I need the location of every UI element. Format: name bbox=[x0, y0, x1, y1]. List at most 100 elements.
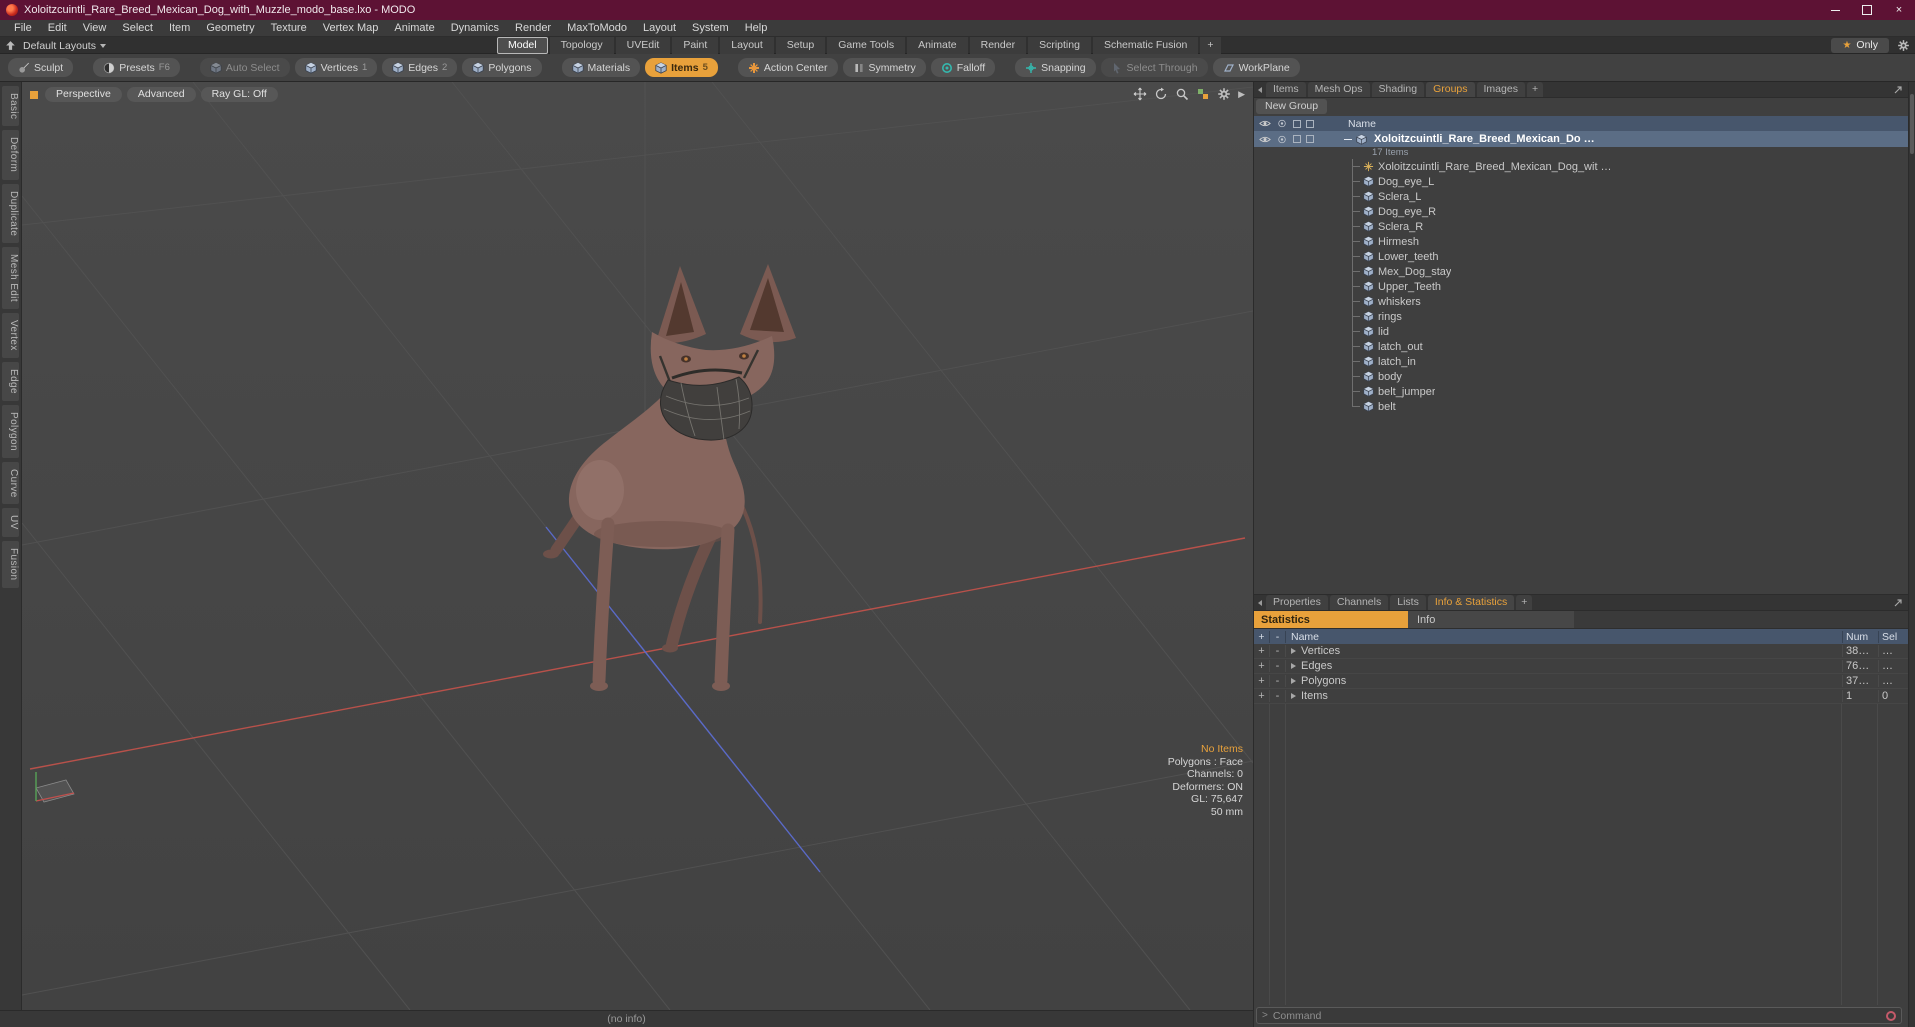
panel-tab-mesh-ops[interactable]: Mesh Ops bbox=[1307, 82, 1370, 97]
expand-plus-button[interactable]: + bbox=[1254, 660, 1270, 672]
viewport[interactable]: Perspective Advanced Ray GL: Off ▶ No It… bbox=[22, 82, 1253, 1010]
vertices-button[interactable]: Vertices 1 bbox=[294, 58, 378, 77]
expander-arrow-icon[interactable] bbox=[1291, 678, 1296, 684]
zoom-icon[interactable] bbox=[1175, 87, 1189, 101]
materials-button[interactable]: Materials bbox=[561, 58, 641, 77]
collapse-minus-button[interactable]: - bbox=[1270, 675, 1286, 687]
tab-uvedit[interactable]: UVEdit bbox=[615, 37, 671, 54]
raygl-button[interactable]: Ray GL: Off bbox=[200, 87, 278, 102]
items-button[interactable]: Items 5 bbox=[645, 58, 718, 77]
tab-animate[interactable]: Animate bbox=[907, 37, 968, 54]
tab-setup[interactable]: Setup bbox=[775, 37, 826, 54]
presets-button[interactable]: Presets F6 bbox=[93, 58, 180, 77]
polygons-button[interactable]: Polygons bbox=[462, 58, 542, 77]
sidebar-tab-fusion[interactable]: Fusion bbox=[2, 541, 19, 588]
render-toggle-icon[interactable] bbox=[1276, 119, 1288, 128]
expander-arrow-icon[interactable] bbox=[1291, 648, 1296, 654]
expander-arrow-icon[interactable] bbox=[1291, 693, 1296, 699]
tree-item-row[interactable]: latch_in bbox=[1254, 354, 1908, 369]
chevron-left-icon[interactable] bbox=[1258, 599, 1262, 606]
expand-plus-button[interactable]: + bbox=[1254, 690, 1270, 702]
only-button[interactable]: ★ Only bbox=[1831, 38, 1889, 53]
stats-row-items[interactable]: + - Items 1 0 bbox=[1254, 689, 1908, 704]
panel-tab-channels[interactable]: Channels bbox=[1329, 595, 1389, 610]
tab-game-tools[interactable]: Game Tools bbox=[827, 37, 906, 54]
tab-model[interactable]: Model bbox=[497, 37, 548, 54]
menu-item-edit[interactable]: Edit bbox=[40, 22, 75, 34]
right-scrollbar[interactable] bbox=[1908, 82, 1915, 1027]
menu-item-texture[interactable]: Texture bbox=[263, 22, 315, 34]
add-panel-tab-button[interactable]: + bbox=[1516, 595, 1533, 610]
panel-expand-icon[interactable] bbox=[1892, 597, 1904, 609]
menu-item-file[interactable]: File bbox=[6, 22, 40, 34]
auto-select-button[interactable]: Auto Select bbox=[199, 58, 290, 77]
edges-button[interactable]: Edges 2 bbox=[382, 58, 458, 77]
tree-item-row[interactable]: Dog_eye_R bbox=[1254, 204, 1908, 219]
viewport-gear-icon[interactable] bbox=[1217, 87, 1231, 101]
menu-item-animate[interactable]: Animate bbox=[386, 22, 442, 34]
sculpt-button[interactable]: Sculpt bbox=[8, 58, 74, 77]
tree-item-row[interactable]: Upper_Teeth bbox=[1254, 279, 1908, 294]
add-panel-tab-button[interactable]: + bbox=[1526, 82, 1544, 97]
tree-item-row[interactable]: Xoloitzcuintli_Rare_Breed_Mexican_Dog_wi… bbox=[1254, 159, 1908, 174]
pan-icon[interactable] bbox=[1133, 87, 1147, 101]
command-input[interactable] bbox=[1272, 1009, 1886, 1022]
eye-icon[interactable] bbox=[1259, 119, 1271, 128]
close-button[interactable]: × bbox=[1883, 0, 1915, 20]
sidebar-tab-edge[interactable]: Edge bbox=[2, 361, 19, 401]
dog-model[interactable] bbox=[543, 264, 796, 691]
view-options-icon[interactable] bbox=[1196, 87, 1210, 101]
tree-item-row[interactable]: Mex_Dog_stay bbox=[1254, 264, 1908, 279]
panel-tab-lists[interactable]: Lists bbox=[1390, 595, 1426, 610]
panel-tab-info-statistics[interactable]: Info & Statistics bbox=[1427, 595, 1515, 610]
collapse-icon[interactable] bbox=[1344, 138, 1352, 140]
menu-item-view[interactable]: View bbox=[75, 22, 115, 34]
tab-scripting[interactable]: Scripting bbox=[1028, 37, 1091, 54]
tree-item-row[interactable]: Sclera_R bbox=[1254, 219, 1908, 234]
tree-item-row[interactable]: lid bbox=[1254, 324, 1908, 339]
filter-column-icon[interactable] bbox=[1306, 119, 1314, 128]
new-group-button[interactable]: New Group bbox=[1256, 99, 1328, 114]
panel-tab-items[interactable]: Items bbox=[1266, 82, 1306, 97]
axis-widget[interactable] bbox=[35, 772, 75, 803]
tree-item-row[interactable]: body bbox=[1254, 369, 1908, 384]
menu-item-maxtomodo[interactable]: MaxToModo bbox=[559, 22, 635, 34]
viewport-menu-indicator[interactable] bbox=[30, 90, 38, 99]
tab-topology[interactable]: Topology bbox=[549, 37, 614, 54]
render-toggle-icon[interactable] bbox=[1276, 135, 1288, 144]
panel-tab-groups[interactable]: Groups bbox=[1426, 82, 1475, 97]
panel-tab-shading[interactable]: Shading bbox=[1371, 82, 1425, 97]
panel-expand-icon[interactable] bbox=[1892, 84, 1904, 96]
tree-item-row[interactable]: belt bbox=[1254, 399, 1908, 414]
statistics-tab[interactable]: Statistics bbox=[1254, 611, 1408, 628]
sidebar-tab-vertex[interactable]: Vertex bbox=[2, 313, 19, 358]
menu-item-select[interactable]: Select bbox=[114, 22, 161, 34]
panel-tab-images[interactable]: Images bbox=[1476, 82, 1525, 97]
menu-item-vertex-map[interactable]: Vertex Map bbox=[315, 22, 387, 34]
sidebar-tab-polygon[interactable]: Polygon bbox=[2, 404, 19, 458]
tree-item-row[interactable]: Lower_teeth bbox=[1254, 249, 1908, 264]
settings-gear-icon[interactable] bbox=[1897, 39, 1910, 52]
tree-item-row[interactable]: latch_out bbox=[1254, 339, 1908, 354]
tab-schematic-fusion[interactable]: Schematic Fusion bbox=[1092, 37, 1199, 54]
checkbox-icon[interactable] bbox=[1306, 135, 1314, 143]
tree-item-row[interactable]: Dog_eye_L bbox=[1254, 174, 1908, 189]
menu-item-system[interactable]: System bbox=[684, 22, 737, 34]
stats-row-polygons[interactable]: + - Polygons 37… … bbox=[1254, 674, 1908, 689]
sidebar-tab-mesh-edit[interactable]: Mesh Edit bbox=[2, 246, 19, 310]
menu-item-item[interactable]: Item bbox=[161, 22, 198, 34]
minimize-button[interactable] bbox=[1819, 0, 1851, 20]
symmetry-button[interactable]: Symmetry bbox=[842, 58, 926, 77]
info-tab[interactable]: Info bbox=[1408, 611, 1574, 628]
eye-icon[interactable] bbox=[1259, 135, 1271, 144]
perspective-button[interactable]: Perspective bbox=[45, 87, 122, 102]
stats-row-edges[interactable]: + - Edges 76… … bbox=[1254, 659, 1908, 674]
menu-item-dynamics[interactable]: Dynamics bbox=[443, 22, 507, 34]
scrollbar-thumb[interactable] bbox=[1910, 94, 1914, 154]
menu-item-geometry[interactable]: Geometry bbox=[198, 22, 262, 34]
menu-item-help[interactable]: Help bbox=[737, 22, 776, 34]
tab-paint[interactable]: Paint bbox=[672, 37, 719, 54]
lock-column-icon[interactable] bbox=[1293, 119, 1301, 128]
falloff-button[interactable]: Falloff bbox=[930, 58, 996, 77]
select-through-button[interactable]: Select Through bbox=[1100, 58, 1208, 77]
